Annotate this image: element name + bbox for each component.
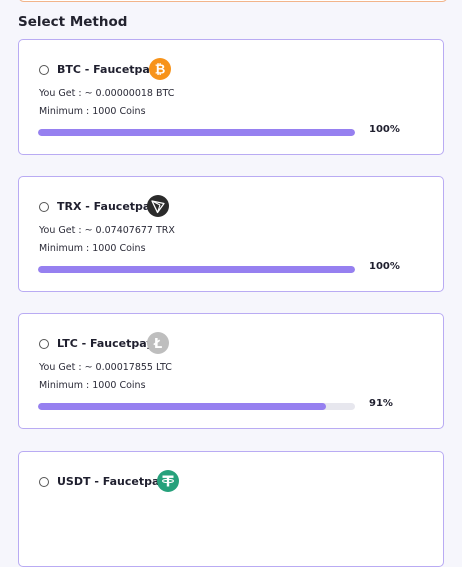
minimum-text: Minimum : 1000 Coins [39,106,146,117]
progress-fill [38,403,327,410]
minimum-text: Minimum : 1000 Coins [39,380,146,391]
previous-panel-edge [18,0,448,2]
you-get-text: You Get : ~ 0.00017855 LTC [39,362,172,373]
method-card-usdt[interactable]: USDT - Faucetpay [18,451,444,567]
method-radio-ltc[interactable] [39,339,49,349]
method-name: USDT - Faucetpay [57,475,167,488]
minimum-text: Minimum : 1000 Coins [39,243,146,254]
progress-bar [38,129,355,136]
progress-percent: 100% [369,261,400,272]
litecoin-icon: Ł [147,332,169,354]
method-radio-btc[interactable] [39,65,49,75]
progress-percent: 100% [369,124,400,135]
progress-fill [38,129,355,136]
tether-icon [157,470,179,492]
bitcoin-icon: ₿ [149,58,171,80]
method-radio-trx[interactable] [39,202,49,212]
progress-bar [38,266,355,273]
you-get-text: You Get : ~ 0.07407677 TRX [39,225,175,236]
svg-text:Ł: Ł [153,337,162,352]
method-card-btc[interactable]: BTC - Faucetpay ₿ You Get : ~ 0.00000018… [18,39,444,155]
method-card-trx[interactable]: TRX - Faucetpay You Get : ~ 0.07407677 T… [18,176,444,292]
svg-text:₿: ₿ [155,63,166,78]
progress-fill [38,266,355,273]
method-name: LTC - Faucetpay [57,337,154,350]
tron-icon [147,195,169,217]
method-name: BTC - Faucetpay [57,63,157,76]
progress-bar [38,403,355,410]
method-name: TRX - Faucetpay [57,200,158,213]
progress-percent: 91% [369,398,393,409]
section-title: Select Method [18,14,128,30]
method-card-ltc[interactable]: LTC - Faucetpay Ł You Get : ~ 0.00017855… [18,313,444,429]
you-get-text: You Get : ~ 0.00000018 BTC [39,88,175,99]
